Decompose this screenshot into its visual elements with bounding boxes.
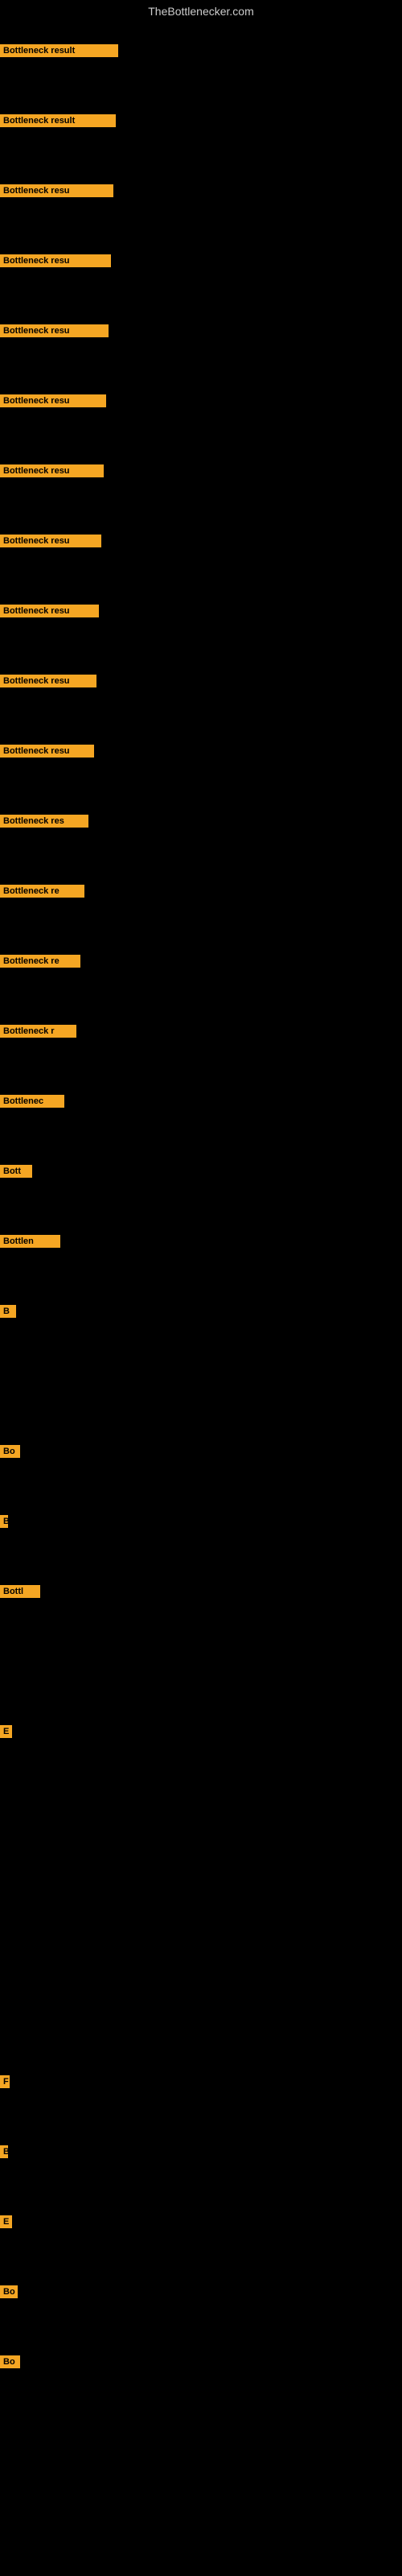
bottleneck-result-item: Bo [0,1445,20,1458]
bottleneck-result-item: Bottleneck resu [0,535,101,547]
bottleneck-result-item: Bo [0,2285,18,2298]
bottleneck-result-item: E [0,2215,12,2228]
bottleneck-result-item: Bottleneck resu [0,464,104,477]
bottleneck-result-item: F [0,2075,10,2088]
bottleneck-result-item: Bottleneck resu [0,745,94,758]
bottleneck-result-item: B [0,1305,16,1318]
bottleneck-result-item: Bo [0,2355,20,2368]
bottleneck-result-item: B [0,1515,8,1528]
bottleneck-result-item: Bottleneck r [0,1025,76,1038]
bottleneck-result-item: Bottleneck resu [0,394,106,407]
bottleneck-result-item: Bottleneck resu [0,605,99,617]
bottleneck-result-item: Bottleneck result [0,44,118,57]
bottleneck-result-item: E [0,1725,12,1738]
bottleneck-result-item: Bottlenec [0,1095,64,1108]
bottleneck-result-item: Bottleneck result [0,114,116,127]
bottleneck-result-item: Bottleneck resu [0,184,113,197]
bottleneck-result-item: Bottleneck resu [0,675,96,687]
bottleneck-result-item: Bottleneck re [0,885,84,898]
bottleneck-result-item: B [0,2145,8,2158]
site-title: TheBottlenecker.com [0,0,402,23]
bottleneck-result-item: Bottleneck resu [0,254,111,267]
bottleneck-result-item: Bottl [0,1585,40,1598]
bottleneck-result-item: Bottleneck re [0,955,80,968]
bottleneck-result-item: Bottleneck res [0,815,88,828]
bottleneck-result-item: Bottlen [0,1235,60,1248]
bottleneck-result-item: Bott [0,1165,32,1178]
bottleneck-result-item: Bottleneck resu [0,324,109,337]
